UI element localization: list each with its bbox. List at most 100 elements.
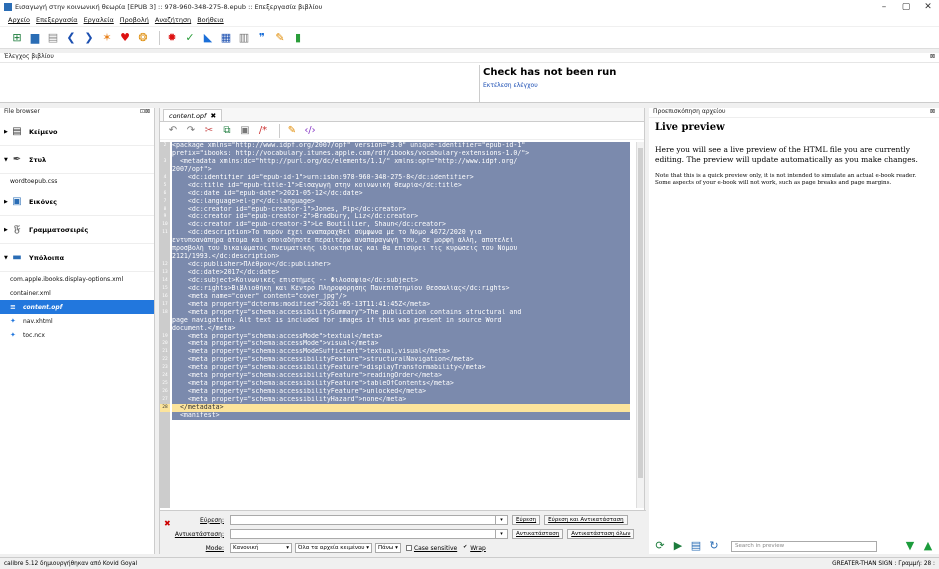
- close-tab-icon[interactable]: ✖: [210, 112, 216, 120]
- window-title: Εισαγωγή στην κοινωνική θεωρία [EPUB 3] …: [15, 3, 323, 11]
- tag-icon[interactable]: ‹/›: [303, 124, 317, 138]
- line-number: 23: [162, 365, 168, 371]
- scope-value: Όλα τα αρχεία κειμένου: [298, 545, 365, 551]
- case-sensitive-checkbox[interactable]: [405, 545, 412, 551]
- search-next-icon[interactable]: ▼: [903, 539, 917, 553]
- insert-tag-icon[interactable]: ✎: [285, 124, 299, 138]
- undo-icon[interactable]: ↶: [166, 124, 180, 138]
- editor-tabs: content.opf ✖: [160, 108, 644, 122]
- code-editor[interactable]: 2 3 4 5 6 7 8 9 10 11 12 13 14 15 16 17 18 19 20 21 22 23 24 25…: [160, 142, 638, 508]
- reports-icon[interactable]: ◣: [201, 31, 215, 45]
- menu-file[interactable]: Αρχείο: [8, 16, 30, 24]
- html-file-icon: ✦: [10, 317, 16, 325]
- code-line: <meta property="dcterms:modified">2021-0…: [172, 300, 630, 309]
- spell-check-icon[interactable]: ✓: [183, 31, 197, 45]
- code-line: <meta property="schema:accessMode">textu…: [172, 332, 630, 341]
- run-check-link[interactable]: Εκτέλεση ελέγχου: [483, 82, 936, 89]
- find-button[interactable]: Εύρεση: [512, 515, 541, 525]
- line-number: 14: [162, 277, 168, 283]
- toc-icon[interactable]: ▦: [219, 31, 233, 45]
- find-replace-button[interactable]: Εύρεση και Αντικατάσταση: [544, 515, 628, 525]
- reload-icon[interactable]: ↻: [707, 539, 721, 553]
- replace-input[interactable]: [230, 529, 496, 539]
- code-line: <meta property="schema:accessibilityFeat…: [172, 388, 630, 396]
- file-browser-title: File browser: [4, 108, 40, 115]
- replace-label: Αντικατάσταση:: [174, 530, 224, 538]
- play-icon[interactable]: ▶: [671, 539, 685, 553]
- vertical-scrollbar[interactable]: [636, 142, 644, 508]
- refresh-icon[interactable]: ⟳: [653, 539, 667, 553]
- wrap-checkbox[interactable]: ✔: [462, 545, 468, 551]
- file-name: content.opf: [23, 303, 63, 311]
- copy-icon[interactable]: ⧉: [220, 124, 234, 138]
- menu-tools[interactable]: Εργαλεία: [84, 16, 114, 24]
- group-styles[interactable]: ▼ ✒ Στυλ: [0, 146, 154, 174]
- group-misc[interactable]: ▼ ▬ Υπόλοιπα: [0, 244, 154, 272]
- chevron-down-icon[interactable]: ▾: [496, 515, 508, 525]
- line-number: 25: [162, 381, 168, 387]
- list-item[interactable]: container.xml: [0, 286, 154, 300]
- chart-icon[interactable]: ▮: [291, 31, 305, 45]
- code-line: 2121/1993.</dc:description>: [172, 253, 630, 262]
- file-name: container.xml: [10, 289, 51, 297]
- list-item-selected[interactable]: ≡ content.opf: [0, 300, 154, 314]
- menu-view[interactable]: Προβολή: [120, 16, 149, 24]
- mode-select[interactable]: Κανονική ▾: [230, 543, 292, 553]
- list-item[interactable]: ✦ toc.ncx: [0, 328, 154, 342]
- group-label: Κείμενο: [29, 127, 58, 136]
- insert-char-icon[interactable]: ✎: [273, 31, 287, 45]
- code-line: <dc:creator id="epub-creator-1">Jones, P…: [172, 205, 630, 214]
- regex-icon[interactable]: /*: [256, 124, 270, 138]
- open-folder-icon[interactable]: ▆: [28, 31, 42, 45]
- panel-close-icon[interactable]: ⊠: [930, 108, 935, 117]
- group-images[interactable]: ▶ ▣ Εικόνες: [0, 188, 154, 216]
- replace-button[interactable]: Αντικατάσταση: [512, 529, 564, 539]
- quote-icon[interactable]: ❞: [255, 31, 269, 45]
- checkpoint-icon[interactable]: ✶: [100, 31, 114, 45]
- back-icon[interactable]: ❮: [64, 31, 78, 45]
- paste-icon[interactable]: ▣: [238, 124, 252, 138]
- code-line: <dc:identifier id="epub-id-1">urn:isbn:9…: [172, 173, 630, 182]
- redo-icon[interactable]: ↷: [184, 124, 198, 138]
- find-input[interactable]: [230, 515, 496, 525]
- list-item[interactable]: ✦ nav.xhtml: [0, 314, 154, 328]
- tab-content-opf[interactable]: content.opf ✖: [163, 109, 223, 121]
- preview-search-input[interactable]: Search in preview: [731, 540, 877, 552]
- document-icon[interactable]: ▤: [689, 539, 703, 553]
- group-text[interactable]: ▶ ▤ Κείμενο: [0, 118, 154, 146]
- menu-help[interactable]: Βοήθεια: [197, 16, 224, 24]
- list-item[interactable]: com.apple.ibooks.display-options.xml: [0, 272, 154, 286]
- search-prev-icon[interactable]: ▲: [921, 539, 935, 553]
- chevron-down-icon[interactable]: ▾: [496, 529, 508, 539]
- file-browser: File browser ⊡⊠ ▶ ▤ Κείμενο ▼ ✒ Στυλ wordtoep…: [0, 108, 155, 554]
- panel-close-icon[interactable]: ⊡⊠: [140, 108, 150, 118]
- check-book-icon[interactable]: ✹: [165, 31, 179, 45]
- line-number: 7: [163, 198, 167, 204]
- table-icon[interactable]: ▥: [237, 31, 251, 45]
- code-line: <package xmlns="http://www.idpf.org/2007…: [172, 142, 630, 150]
- heart-icon[interactable]: ♥: [118, 31, 132, 45]
- list-item[interactable]: wordtoepub.css: [0, 174, 154, 188]
- new-file-icon[interactable]: ⊞: [10, 31, 24, 45]
- scope-select[interactable]: Όλα τα αρχεία κειμένου ▾: [295, 543, 372, 553]
- lifebuoy-icon[interactable]: ❂: [136, 31, 150, 45]
- save-icon[interactable]: ▤: [46, 31, 60, 45]
- cut-icon[interactable]: ✂: [202, 124, 216, 138]
- direction-select[interactable]: Πάνω ▾: [374, 543, 401, 553]
- group-fonts[interactable]: ▶ 𝔉 Γραμματοσειρές: [0, 216, 154, 244]
- code-line: <dc:title id="epub-title-1">Εισαγωγή στη…: [172, 181, 630, 190]
- close-button[interactable]: ✕: [917, 0, 939, 14]
- chevron-down-icon: ▾: [366, 545, 369, 551]
- menu-edit[interactable]: Επεξεργασία: [36, 16, 78, 24]
- scrollbar-thumb[interactable]: [638, 148, 643, 478]
- line-number: 28: [160, 403, 170, 412]
- maximize-button[interactable]: ▢: [895, 0, 917, 14]
- menu-search[interactable]: Αναζήτηση: [155, 16, 191, 24]
- panel-close-icon[interactable]: ⊠: [930, 53, 935, 62]
- forward-icon[interactable]: ❯: [82, 31, 96, 45]
- group-label: Στυλ: [29, 155, 47, 164]
- replace-all-button[interactable]: Αντικατάσταση όλων: [567, 529, 635, 539]
- line-number: 17: [162, 301, 168, 307]
- chevron-down-icon: ▾: [286, 545, 289, 551]
- minimize-button[interactable]: –: [873, 0, 895, 14]
